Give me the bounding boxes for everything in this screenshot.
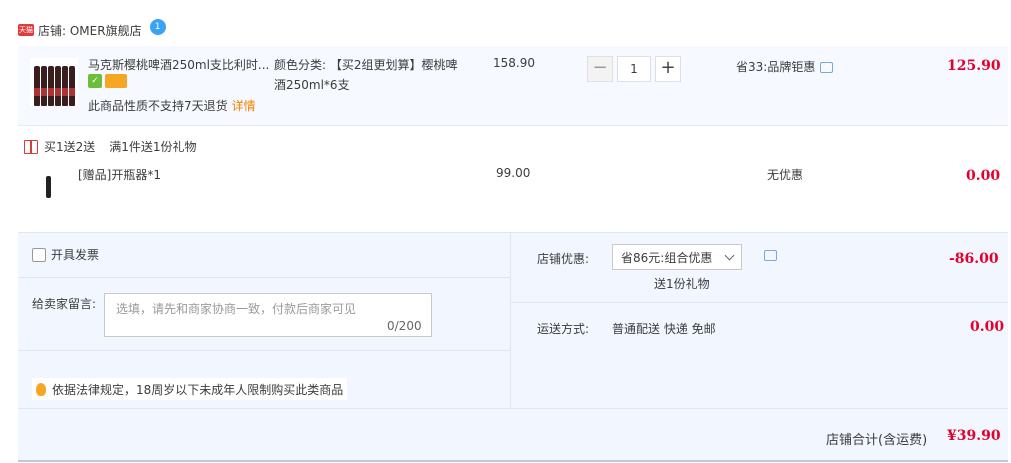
shipping-amount: 0.00 (970, 319, 1005, 335)
quantity-input[interactable]: 1 (617, 56, 651, 82)
item-total: 125.90 (947, 58, 1001, 74)
store-header: 天猫 店铺: OMER旗舰店 1 (18, 19, 166, 40)
message-label: 给卖家留言: (32, 297, 97, 311)
item-discount: 省33:品牌钜惠 (736, 58, 834, 75)
warning-icon (36, 382, 46, 396)
quantity-stepper: − 1 + (587, 56, 681, 82)
invoice-option[interactable]: 开具发票 (32, 246, 99, 263)
divider (511, 302, 1008, 303)
tmall-badge-icon: 天猫 (18, 24, 34, 36)
store-discount-select[interactable]: 省86元:组合优惠 (612, 244, 742, 270)
store-discount-amount: -86.00 (949, 251, 999, 267)
bottom-border (18, 460, 1008, 462)
detail-link[interactable]: 详情 (232, 99, 256, 113)
store-total-value: ¥39.90 (947, 428, 1001, 444)
store-total-label: 店铺合计(含运费) (826, 433, 928, 448)
order-section (18, 232, 1008, 462)
divider (18, 408, 1008, 409)
quantity-plus-button[interactable]: + (655, 56, 681, 82)
invoice-label: 开具发票 (51, 248, 100, 262)
quantity-minus-button[interactable]: − (587, 56, 613, 82)
message-counter: 0/200 (387, 319, 422, 333)
section-divider (510, 232, 511, 408)
item-spec: 颜色分类: 【买2组更划算】樱桃啤酒250ml*6支 (274, 58, 458, 92)
gift-discount: 无优惠 (767, 168, 804, 182)
store-discount-gift: 送1份礼物 (654, 277, 710, 291)
item-thumbnail[interactable] (30, 58, 78, 106)
shipping-method: 普通配送 快递 免邮 (612, 322, 716, 336)
chat-bubble-icon[interactable] (764, 250, 777, 261)
gift-name: [赠品]开瓶器*1 (78, 168, 161, 182)
bottle-opener-image (45, 176, 51, 198)
gift-heading: 买1送2送 (44, 140, 96, 154)
gift-thumbnail (28, 162, 68, 212)
item-unit-price: 158.90 (493, 56, 535, 70)
wangwang-chat-icon[interactable]: 1 (149, 19, 166, 35)
store-name[interactable]: 店铺: OMER旗舰店 (38, 22, 142, 39)
message-placeholder: 选填，请先和商家协商一致，付款后商家可见 (116, 302, 357, 316)
gift-rule: 满1件送1份礼物 (109, 140, 197, 154)
legal-notice: 依据法律规定，18周岁以下未成年人限制购买此类商品 (32, 378, 348, 400)
card-payment-icon (105, 74, 127, 88)
shipping-label: 运送方式: (537, 322, 590, 336)
divider (18, 277, 510, 278)
gift-icon (24, 139, 38, 154)
service-badge-icon: ✓ (88, 74, 102, 88)
gift-total: 0.00 (966, 168, 1001, 184)
chevron-down-icon (724, 250, 735, 260)
item-title[interactable]: 马克斯樱桃啤酒250ml支比利时... (88, 56, 278, 73)
gift-price: 99.00 (496, 166, 531, 180)
divider (18, 350, 510, 351)
no-return-notice: 此商品性质不支持7天退货 详情 (88, 99, 256, 113)
service-icons: ✓ (88, 74, 127, 88)
invoice-checkbox[interactable] (32, 247, 46, 262)
gift-header: 买1送2送 满1件送1份礼物 (24, 138, 197, 155)
chat-bubble-icon[interactable] (820, 62, 834, 73)
store-discount-label: 店铺优惠: (537, 252, 590, 266)
